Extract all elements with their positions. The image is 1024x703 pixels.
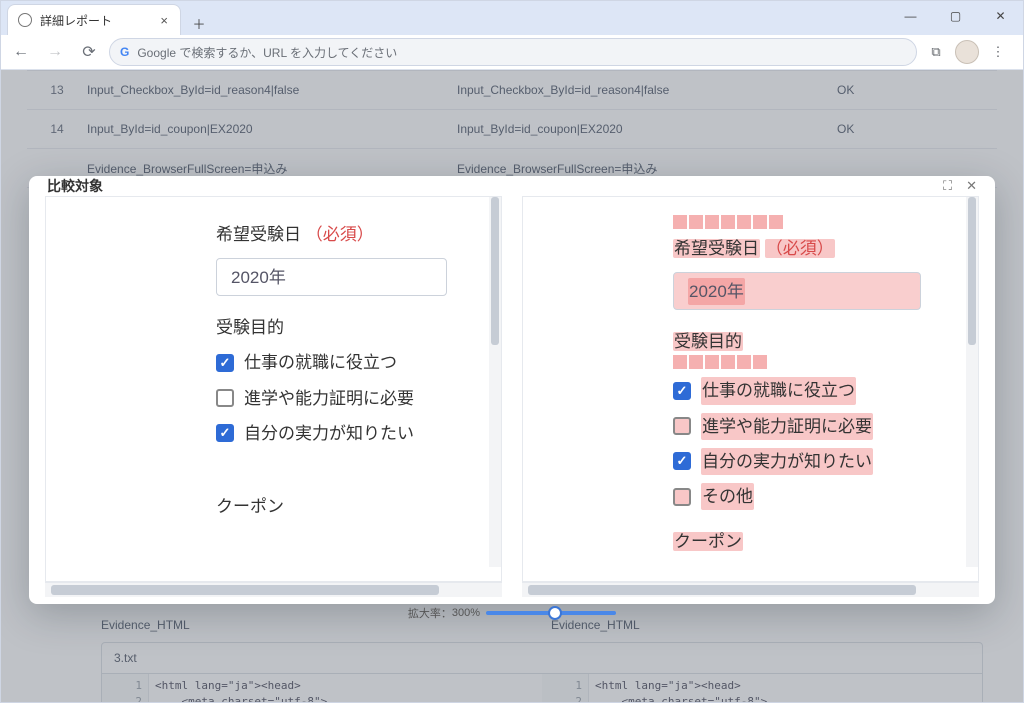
tab-bar: 詳細レポート × ＋ — ▢ ✕ [1, 1, 1023, 35]
diff-marker [673, 355, 952, 369]
close-icon[interactable]: ✕ [966, 178, 977, 194]
extensions-icon[interactable]: ⧉ [923, 39, 949, 65]
checkbox-row[interactable]: ✓ 仕事の就職に役立つ [216, 349, 475, 376]
date-select[interactable]: 2020年 [673, 272, 921, 310]
tab-title: 詳細レポート [40, 12, 152, 29]
date-select[interactable]: 2020年 [216, 258, 447, 296]
right-pane: 希望受験日 （必須） 2020年 受験目的 ✓ [522, 196, 979, 597]
profile-avatar[interactable] [955, 40, 979, 64]
diff-marker [673, 215, 952, 229]
zoom-footer: 拡大率： 300% [29, 605, 995, 621]
reload-button[interactable]: ⟳ [75, 38, 103, 66]
checkbox-row[interactable]: その他 [673, 483, 952, 510]
checkbox-icon[interactable] [673, 488, 691, 506]
browser-tab[interactable]: 詳細レポート × [7, 4, 181, 35]
checkbox-row[interactable]: ✓ 自分の実力が知りたい [673, 448, 952, 475]
window-close-button[interactable]: ✕ [978, 1, 1023, 31]
new-tab-button[interactable]: ＋ [187, 11, 211, 35]
zoom-value: 300% [452, 607, 480, 619]
menu-icon[interactable]: ⋮ [985, 39, 1011, 65]
checkbox-row[interactable]: ✓ 自分の実力が知りたい [216, 420, 475, 447]
modal-title: 比較対象 [47, 176, 103, 196]
zoom-slider-handle[interactable] [548, 606, 562, 620]
date-label: 希望受験日 [216, 221, 301, 248]
checkbox-icon[interactable]: ✓ [216, 354, 234, 372]
left-pane: 希望受験日 （必須） 2020年 受験目的 ✓ 仕事の就職に役立つ [45, 196, 502, 597]
coupon-label: クーポン [673, 528, 743, 555]
zoom-slider[interactable] [486, 611, 616, 615]
vertical-scrollbar[interactable] [489, 197, 501, 567]
omnibox-placeholder: Google で検索するか、URL を入力してください [137, 44, 397, 61]
required-label: （必須） [306, 225, 374, 244]
horizontal-scrollbar[interactable] [522, 582, 979, 597]
checkbox-icon[interactable]: ✓ [673, 382, 691, 400]
checkbox-icon[interactable] [216, 389, 234, 407]
purpose-label: 受験目的 [673, 328, 743, 355]
tab-favicon-icon [18, 13, 32, 27]
horizontal-scrollbar[interactable] [45, 582, 502, 597]
back-button[interactable]: ← [7, 38, 35, 66]
zoom-label: 拡大率： [408, 605, 452, 621]
purpose-label: 受験目的 [216, 314, 284, 341]
omnibox[interactable]: G Google で検索するか、URL を入力してください [109, 38, 917, 66]
coupon-label: クーポン [216, 493, 284, 520]
date-label: 希望受験日 [673, 235, 760, 262]
checkbox-row[interactable]: 進学や能力証明に必要 [216, 385, 475, 412]
required-label: （必須） [765, 239, 835, 258]
vertical-scrollbar[interactable] [966, 197, 978, 567]
fullscreen-icon[interactable]: ⛶ [943, 178, 952, 194]
compare-modal: 比較対象 ⛶ ✕ 希望受験日 （必須） 202 [29, 176, 995, 604]
window-maximize-button[interactable]: ▢ [933, 1, 978, 31]
forward-button[interactable]: → [41, 38, 69, 66]
checkbox-row[interactable]: ✓ 仕事の就職に役立つ [673, 377, 952, 404]
checkbox-icon[interactable]: ✓ [216, 424, 234, 442]
checkbox-icon[interactable] [673, 417, 691, 435]
close-tab-icon[interactable]: × [160, 13, 168, 28]
window-minimize-button[interactable]: — [888, 1, 933, 31]
search-icon: G [120, 45, 129, 59]
address-bar: ← → ⟳ G Google で検索するか、URL を入力してください ⧉ ⋮ [1, 35, 1023, 70]
checkbox-icon[interactable]: ✓ [673, 452, 691, 470]
checkbox-row[interactable]: 進学や能力証明に必要 [673, 413, 952, 440]
